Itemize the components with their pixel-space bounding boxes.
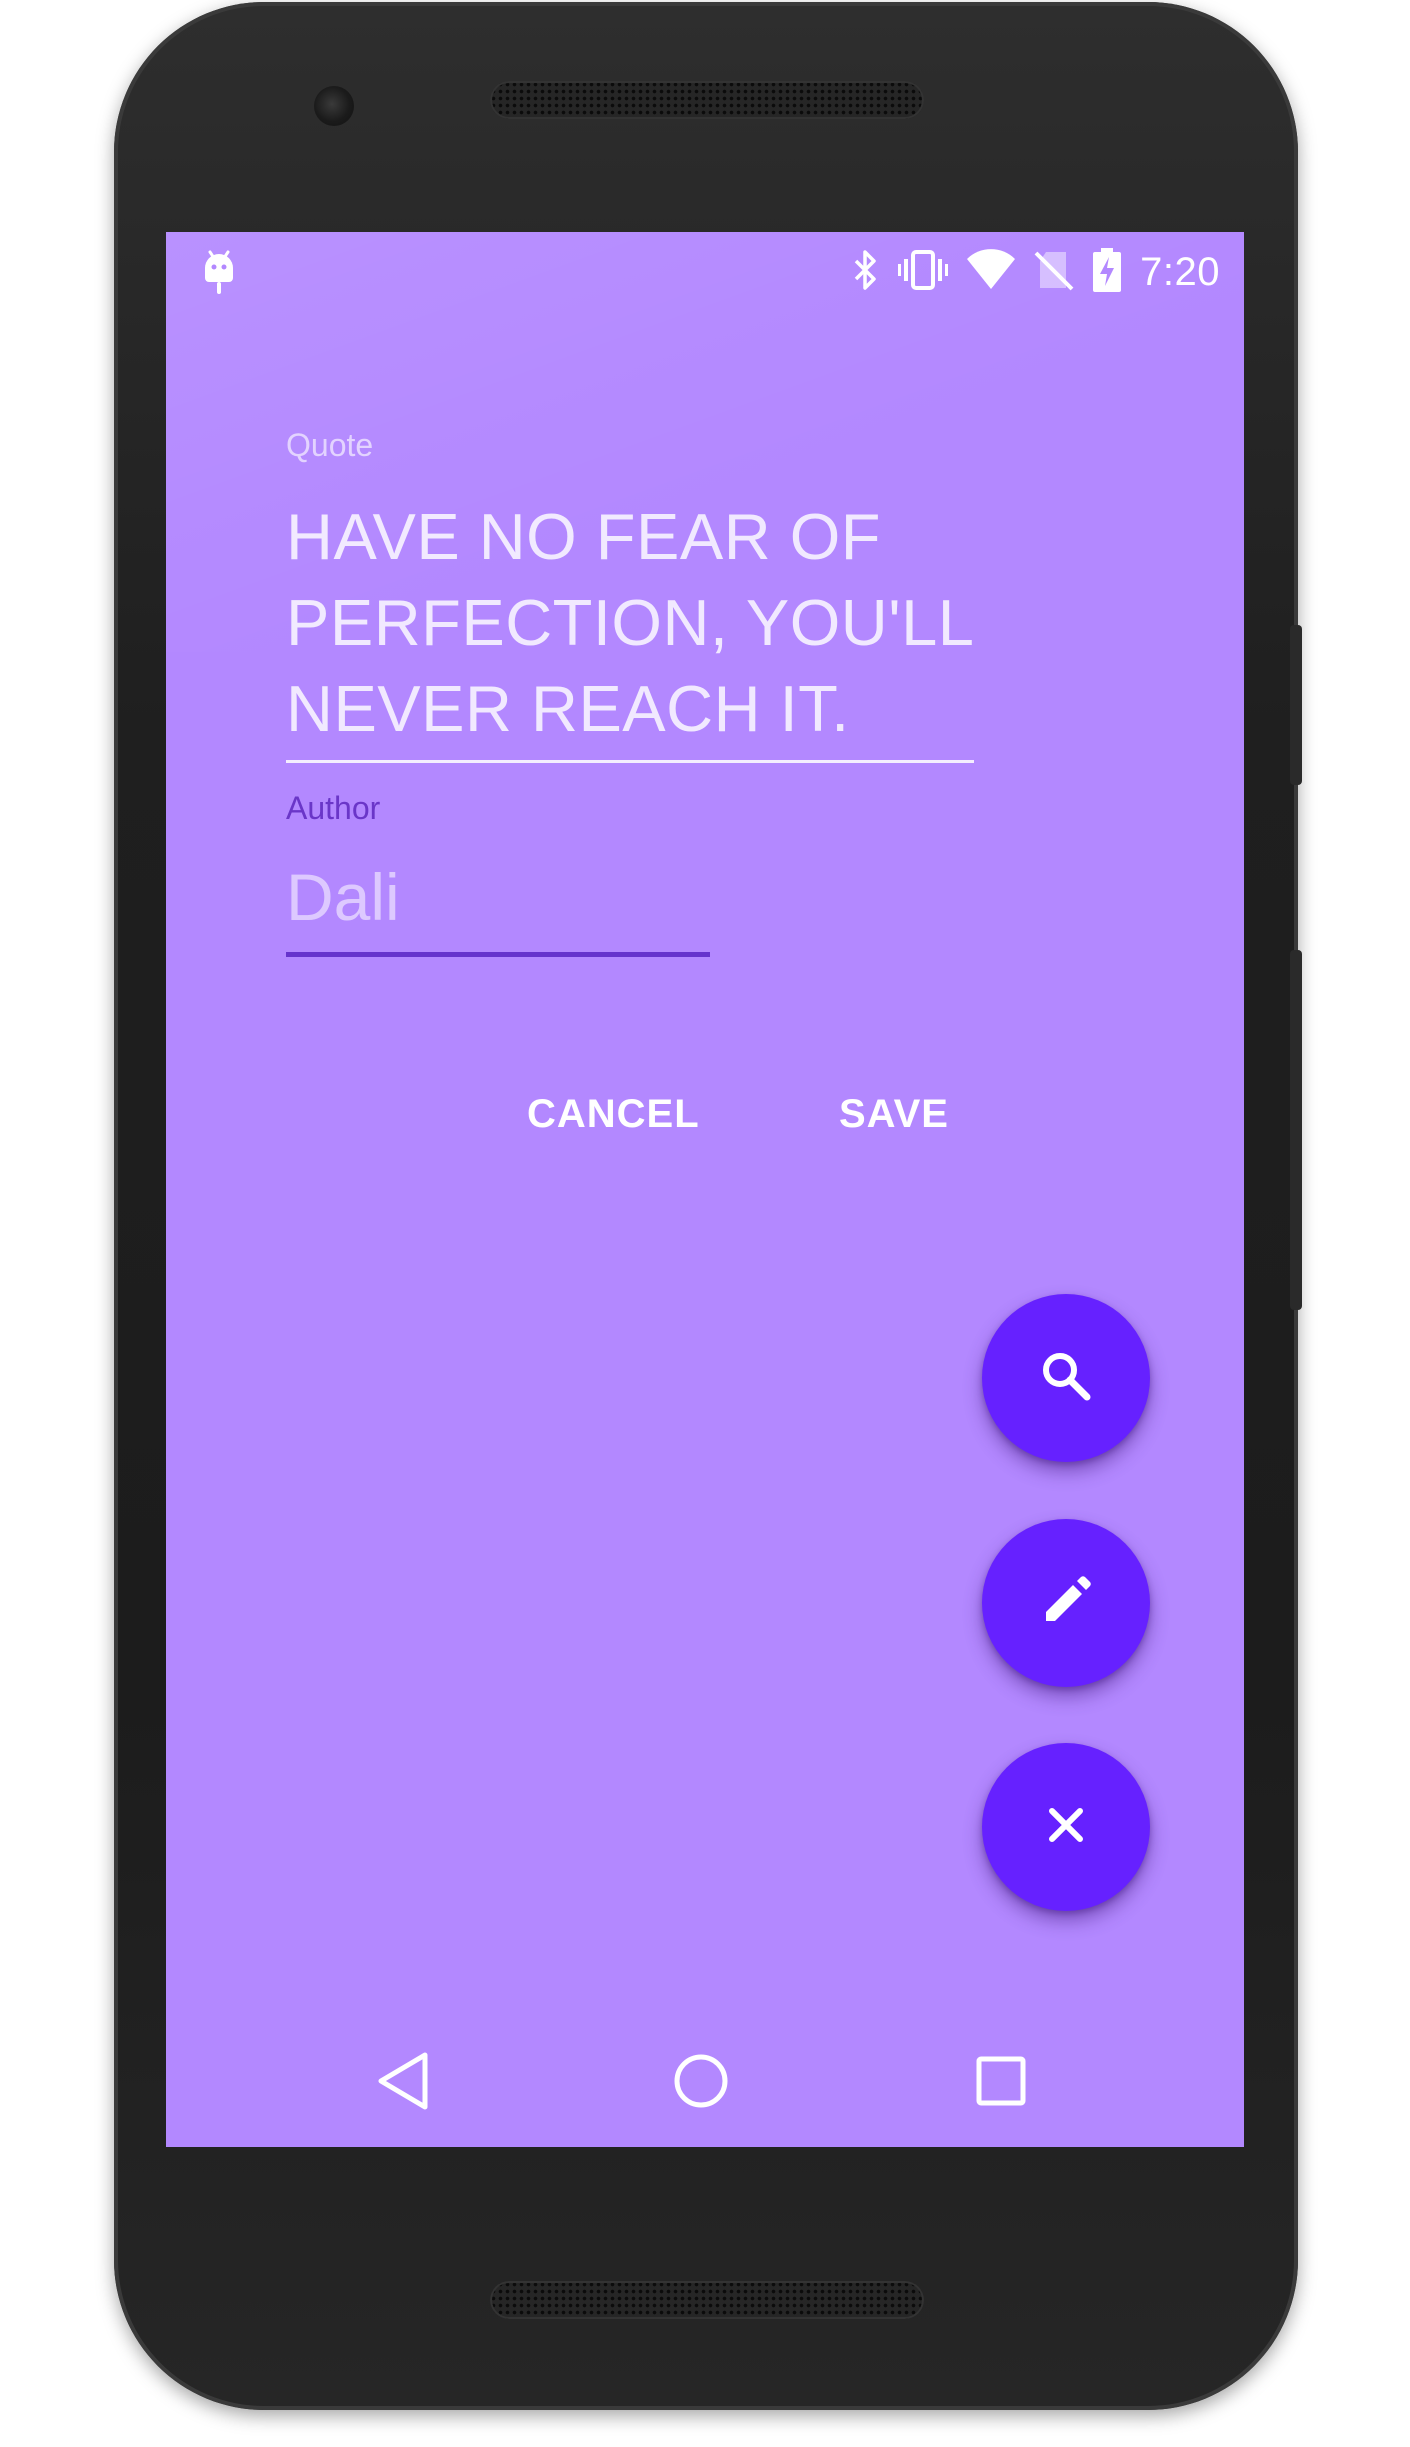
bluetooth-icon: [852, 249, 880, 296]
navigation-bar: [166, 2022, 1244, 2142]
front-camera: [314, 86, 354, 126]
quote-label: Quote: [286, 427, 374, 463]
screen: 7:20 Quote HAVE NO FEAR OF PERFECTION, Y…: [166, 232, 1244, 2147]
home-button[interactable]: [666, 2048, 736, 2118]
close-fab[interactable]: [982, 1743, 1150, 1911]
status-bar: 7:20: [166, 232, 1244, 316]
power-button: [1290, 625, 1302, 785]
quote-underline: [286, 760, 974, 763]
search-fab[interactable]: [982, 1294, 1150, 1462]
vibrate-icon: [898, 249, 949, 296]
close-icon: [1046, 1805, 1086, 1850]
android-debug-icon: [202, 248, 236, 301]
edit-icon: [1038, 1573, 1094, 1634]
battery-charging-icon: [1092, 247, 1122, 297]
edit-fab[interactable]: [982, 1519, 1150, 1687]
top-speaker-grille: [490, 81, 924, 119]
back-icon: [375, 2051, 431, 2116]
author-input[interactable]: Dali: [286, 852, 706, 942]
back-button[interactable]: [368, 2048, 438, 2118]
search-icon: [1038, 1348, 1094, 1409]
cancel-button[interactable]: CANCEL: [511, 1082, 716, 1147]
author-underline: [286, 952, 710, 957]
recents-icon: [975, 2055, 1027, 2112]
home-icon: [671, 2051, 731, 2116]
quote-input[interactable]: HAVE NO FEAR OF PERFECTION, YOU'LL NEVER…: [286, 494, 986, 752]
save-button[interactable]: SAVE: [823, 1082, 965, 1147]
bottom-speaker-grille: [490, 2281, 924, 2319]
wifi-icon: [966, 248, 1016, 296]
recents-button[interactable]: [966, 2048, 1036, 2118]
volume-rocker: [1290, 950, 1302, 1310]
no-sim-icon: [1034, 249, 1074, 296]
status-time: 7:20: [1140, 249, 1220, 294]
author-label: Author: [286, 790, 381, 826]
